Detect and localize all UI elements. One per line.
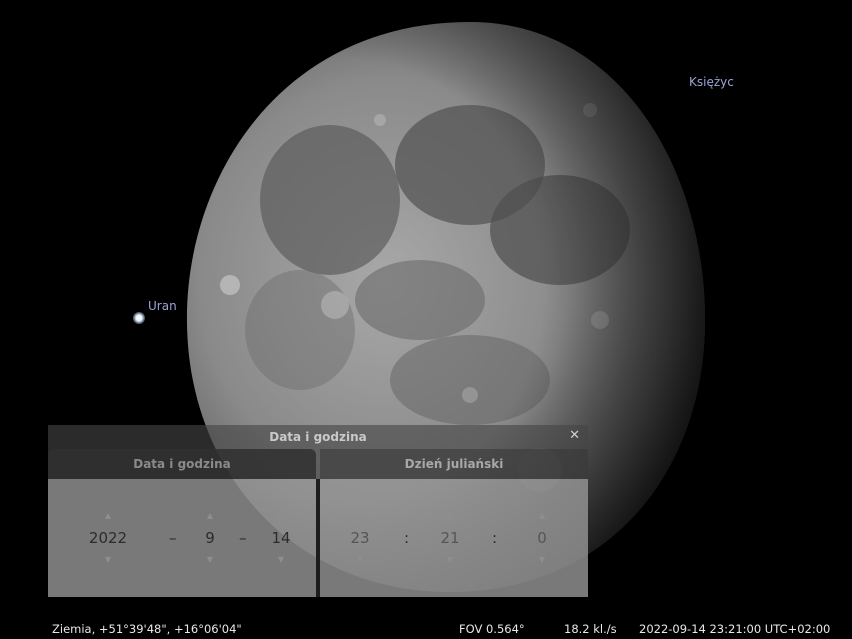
- month-value[interactable]: 9: [180, 529, 240, 547]
- spin-up-arrow-icon[interactable]: ▲: [420, 511, 480, 520]
- uranus-label[interactable]: Uran: [148, 299, 177, 313]
- time-separator: :: [492, 529, 498, 547]
- date-separator: –: [239, 529, 247, 547]
- close-icon[interactable]: ✕: [569, 428, 580, 443]
- day-value[interactable]: 14: [251, 529, 311, 547]
- month-spinbox[interactable]: ▲ 9 ▼: [180, 511, 240, 571]
- date-time-dialog: Data i godzina ✕ Data i godzina Dzień ju…: [48, 425, 588, 597]
- spin-down-arrow-icon[interactable]: ▼: [180, 555, 240, 564]
- moon-label[interactable]: Księżyc: [689, 75, 734, 89]
- hour-value[interactable]: 23: [330, 529, 390, 547]
- spin-up-arrow-icon[interactable]: ▲: [180, 511, 240, 520]
- second-spinbox[interactable]: ▲ 0 ▼: [512, 511, 572, 571]
- uranus-star-icon[interactable]: [133, 312, 145, 324]
- second-value[interactable]: 0: [512, 529, 572, 547]
- spin-up-arrow-icon[interactable]: ▲: [251, 511, 311, 520]
- year-spinbox[interactable]: ▲ 2022 ▼: [78, 511, 138, 571]
- tab-julian-day[interactable]: Dzień juliański: [320, 449, 588, 479]
- status-bar: Ziemia, +51°39'48", +16°06'04" FOV 0.564…: [0, 620, 852, 639]
- time-panel: ▲ 23 ▼ : ▲ 21 ▼ : ▲ 0 ▼: [320, 479, 588, 597]
- time-separator: :: [404, 529, 410, 547]
- spin-up-arrow-icon[interactable]: ▲: [512, 511, 572, 520]
- spin-down-arrow-icon[interactable]: ▼: [330, 555, 390, 564]
- spin-down-arrow-icon[interactable]: ▼: [78, 555, 138, 564]
- datetime-readout: 2022-09-14 23:21:00 UTC+02:00: [639, 622, 831, 636]
- minute-spinbox[interactable]: ▲ 21 ▼: [420, 511, 480, 571]
- spin-down-arrow-icon[interactable]: ▼: [251, 555, 311, 564]
- spin-down-arrow-icon[interactable]: ▼: [420, 555, 480, 564]
- location-readout: Ziemia, +51°39'48", +16°06'04": [52, 622, 242, 636]
- spin-down-arrow-icon[interactable]: ▼: [512, 555, 572, 564]
- minute-value[interactable]: 21: [420, 529, 480, 547]
- day-spinbox[interactable]: ▲ 14 ▼: [251, 511, 311, 571]
- spin-up-arrow-icon[interactable]: ▲: [330, 511, 390, 520]
- hour-spinbox[interactable]: ▲ 23 ▼: [330, 511, 390, 571]
- tab-date-time[interactable]: Data i godzina: [48, 449, 316, 479]
- date-panel: ▲ 2022 ▼ – ▲ 9 ▼ – ▲ 14 ▼: [48, 479, 316, 597]
- dialog-title[interactable]: Data i godzina: [48, 425, 588, 449]
- date-separator: –: [169, 529, 177, 547]
- year-value[interactable]: 2022: [78, 529, 138, 547]
- fov-readout: FOV 0.564°: [459, 622, 525, 636]
- fps-readout: 18.2 kl./s: [564, 622, 617, 636]
- spin-up-arrow-icon[interactable]: ▲: [78, 511, 138, 520]
